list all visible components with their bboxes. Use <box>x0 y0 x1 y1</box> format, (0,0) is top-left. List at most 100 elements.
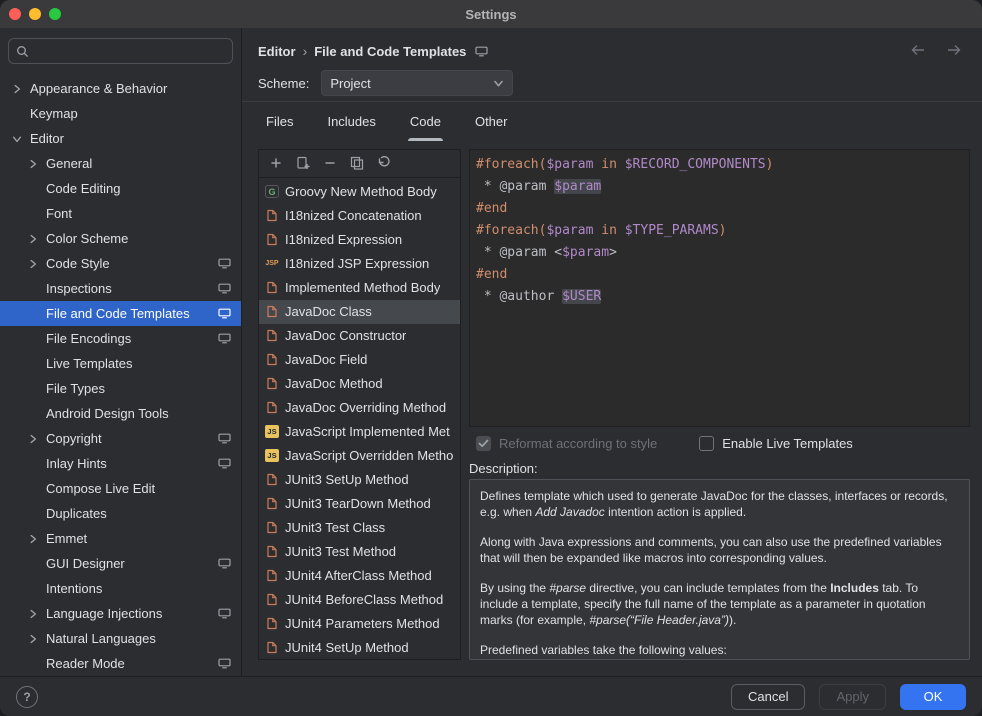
template-list-item[interactable]: JUnit3 TearDown Method <box>259 492 460 516</box>
template-list-item[interactable]: Implemented Method Body <box>259 276 460 300</box>
template-file-icon <box>265 281 279 294</box>
template-list-item[interactable]: JavaDoc Constructor <box>259 324 460 348</box>
sidebar-item-natural-languages[interactable]: Natural Languages <box>0 626 241 651</box>
sidebar-item-label: Editor <box>30 131 231 146</box>
sidebar-item-editor[interactable]: Editor <box>0 126 241 151</box>
chevron-right-icon[interactable] <box>28 634 46 644</box>
forward-button[interactable] <box>946 44 962 59</box>
live-templates-checkbox[interactable] <box>699 436 714 451</box>
reformat-label: Reformat according to style <box>499 436 657 451</box>
sidebar-item-gui-designer[interactable]: GUI Designer <box>0 551 241 576</box>
reformat-option: Reformat according to style <box>476 436 657 451</box>
copy-template-button[interactable] <box>349 155 365 171</box>
create-child-template-button[interactable] <box>295 155 311 171</box>
search-field[interactable] <box>8 38 233 64</box>
code-line: #end <box>476 198 963 220</box>
template-label: JUnit3 Test Method <box>285 544 396 559</box>
sidebar-item-reader-mode[interactable]: Reader Mode <box>0 651 241 676</box>
chevron-down-icon <box>493 78 504 89</box>
template-list-item[interactable]: JavaDoc Overriding Method <box>259 396 460 420</box>
code-line: #end <box>476 264 963 286</box>
sidebar-item-android-design-tools[interactable]: Android Design Tools <box>0 401 241 426</box>
chevron-right-icon[interactable] <box>28 259 46 269</box>
template-list-item[interactable]: JUnit3 Test Class <box>259 516 460 540</box>
page-title: File and Code Templates <box>314 44 466 59</box>
sidebar-item-appearance-behavior[interactable]: Appearance & Behavior <box>0 76 241 101</box>
zoom-button[interactable] <box>49 8 61 20</box>
chevron-right-icon[interactable] <box>28 434 46 444</box>
template-label: JavaScript Overridden Metho <box>285 448 453 463</box>
sidebar-item-file-types[interactable]: File Types <box>0 376 241 401</box>
sidebar-item-code-style[interactable]: Code Style <box>0 251 241 276</box>
sidebar-item-file-encodings[interactable]: File Encodings <box>0 326 241 351</box>
sidebar-item-intentions[interactable]: Intentions <box>0 576 241 601</box>
sidebar-item-keymap[interactable]: Keymap <box>0 101 241 126</box>
back-arrow-icon <box>910 44 926 59</box>
sidebar-item-language-injections[interactable]: Language Injections <box>0 601 241 626</box>
sidebar-item-color-scheme[interactable]: Color Scheme <box>0 226 241 251</box>
sidebar-item-emmet[interactable]: Emmet <box>0 526 241 551</box>
template-list-item[interactable]: JUnit4 SetUp Method <box>259 636 460 659</box>
add-template-button[interactable] <box>268 155 284 171</box>
sidebar-item-duplicates[interactable]: Duplicates <box>0 501 241 526</box>
search-icon <box>16 45 29 58</box>
reformat-checkbox[interactable] <box>476 436 491 451</box>
template-editor[interactable]: #foreach($param in $RECORD_COMPONENTS) *… <box>469 149 970 427</box>
tab-code[interactable]: Code <box>408 102 443 140</box>
cancel-button[interactable]: Cancel <box>731 684 805 710</box>
scheme-select[interactable]: Project <box>321 70 513 96</box>
sidebar-item-inspections[interactable]: Inspections <box>0 276 241 301</box>
chevron-right-icon[interactable] <box>28 534 46 544</box>
template-list-item[interactable]: JavaDoc Method <box>259 372 460 396</box>
help-button[interactable]: ? <box>16 686 38 708</box>
js-file-icon: JS <box>265 449 279 462</box>
template-list-item[interactable]: JavaDoc Field <box>259 348 460 372</box>
template-list-item[interactable]: GGroovy New Method Body <box>259 180 460 204</box>
chevron-down-icon[interactable] <box>12 134 30 144</box>
tab-other[interactable]: Other <box>473 102 510 140</box>
template-file-icon <box>265 233 279 246</box>
tab-files[interactable]: Files <box>264 102 295 140</box>
sidebar-item-live-templates[interactable]: Live Templates <box>0 351 241 376</box>
template-list-item[interactable]: JUnit3 SetUp Method <box>259 468 460 492</box>
tab-includes[interactable]: Includes <box>325 102 377 140</box>
template-options: Reformat according to style Enable Live … <box>469 427 970 461</box>
template-list-item[interactable]: JUnit4 BeforeClass Method <box>259 588 460 612</box>
sidebar-item-copyright[interactable]: Copyright <box>0 426 241 451</box>
search-input[interactable] <box>34 44 225 59</box>
close-button[interactable] <box>9 8 21 20</box>
screen-badge-icon <box>475 46 488 57</box>
sidebar-item-general[interactable]: General <box>0 151 241 176</box>
template-list-item[interactable]: JUnit3 Test Method <box>259 540 460 564</box>
template-list-item[interactable]: JUnit4 AfterClass Method <box>259 564 460 588</box>
back-button[interactable] <box>910 44 926 59</box>
chevron-right-icon[interactable] <box>28 159 46 169</box>
template-list-item[interactable]: JavaDoc Class <box>259 300 460 324</box>
sidebar-item-label: Code Style <box>46 256 218 271</box>
sidebar-item-code-editing[interactable]: Code Editing <box>0 176 241 201</box>
sidebar-item-font[interactable]: Font <box>0 201 241 226</box>
template-list-item[interactable]: JUnit4 Parameters Method <box>259 612 460 636</box>
description-box[interactable]: Defines template which used to generate … <box>469 479 970 660</box>
ok-button[interactable]: OK <box>900 684 966 710</box>
chevron-right-icon[interactable] <box>28 234 46 244</box>
sidebar-item-compose-live-edit[interactable]: Compose Live Edit <box>0 476 241 501</box>
forward-arrow-icon <box>946 44 962 59</box>
minimize-button[interactable] <box>29 8 41 20</box>
sidebar-item-file-and-code-templates[interactable]: File and Code Templates <box>0 301 241 326</box>
breadcrumb-item-editor[interactable]: Editor <box>258 44 296 59</box>
template-list-item[interactable]: JSPI18nized JSP Expression <box>259 252 460 276</box>
sidebar-item-inlay-hints[interactable]: Inlay Hints <box>0 451 241 476</box>
template-list-item[interactable]: I18nized Concatenation <box>259 204 460 228</box>
sidebar-item-label: Language Injections <box>46 606 218 621</box>
chevron-right-icon[interactable] <box>12 84 30 94</box>
sidebar-item-label: File Encodings <box>46 331 218 346</box>
template-list-item[interactable]: I18nized Expression <box>259 228 460 252</box>
remove-template-button[interactable] <box>322 155 338 171</box>
template-list-item[interactable]: JSJavaScript Implemented Met <box>259 420 460 444</box>
reset-template-button[interactable] <box>376 155 392 171</box>
sidebar-item-label: Copyright <box>46 431 218 446</box>
apply-button[interactable]: Apply <box>819 684 886 710</box>
chevron-right-icon[interactable] <box>28 609 46 619</box>
template-list-item[interactable]: JS JavaScript Overridden Metho <box>259 444 460 468</box>
